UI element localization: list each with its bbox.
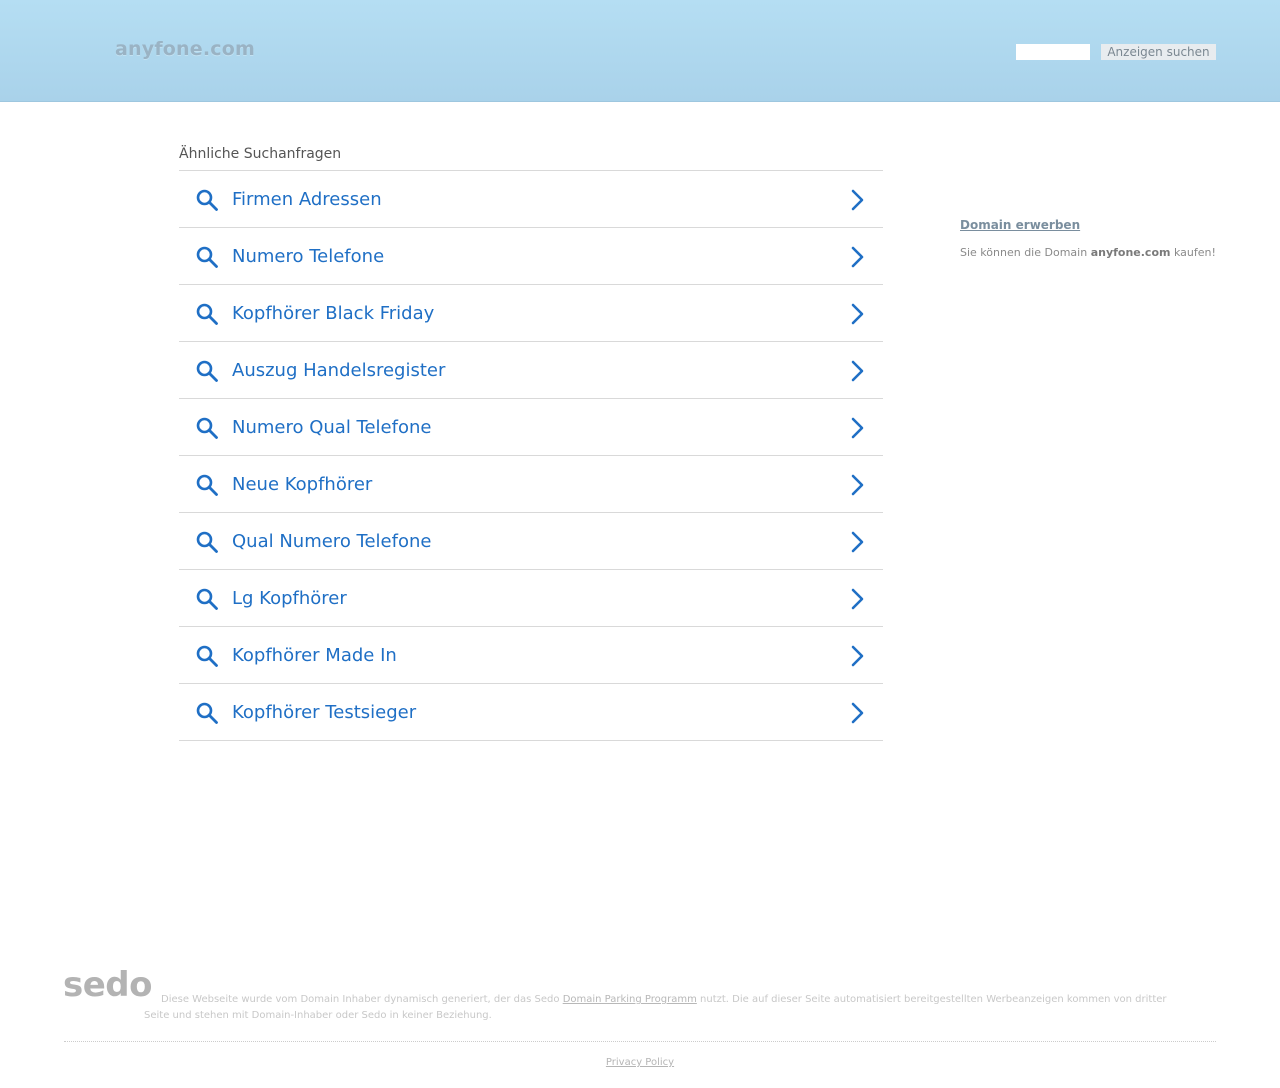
header-bar: anyfone.com Anzeigen suchen [0,0,1280,102]
related-search-label[interactable]: Kopfhörer Testsieger [232,684,416,741]
disclaimer-text: Diese Webseite wurde vom Domain Inhaber … [144,992,1184,1024]
search-icon [195,302,219,326]
search-icon [195,530,219,554]
search-input[interactable] [1016,44,1090,60]
domain-buy-link[interactable]: Domain erwerben [960,218,1080,232]
search-icon [195,644,219,668]
privacy-footer: Privacy Policy [0,1057,1280,1068]
chevron-right-icon [847,587,867,611]
search-ads-button[interactable]: Anzeigen suchen [1101,44,1216,60]
related-search-item[interactable]: Firmen Adressen [179,171,883,228]
related-search-item[interactable]: Kopfhörer Black Friday [179,285,883,342]
search-icon [195,416,219,440]
related-search-label[interactable]: Firmen Adressen [232,171,382,228]
related-searches-title: Ähnliche Suchanfragen [179,146,342,162]
related-search-item[interactable]: Kopfhörer Testsieger [179,684,883,741]
chevron-right-icon [847,644,867,668]
related-search-label[interactable]: Numero Telefone [232,228,384,285]
search-icon [195,359,219,383]
related-search-item[interactable]: Numero Qual Telefone [179,399,883,456]
domain-name: anyfone.com [1090,246,1171,259]
related-search-label[interactable]: Kopfhörer Black Friday [232,285,434,342]
related-search-label[interactable]: Neue Kopfhörer [232,456,372,513]
privacy-policy-link[interactable]: Privacy Policy [606,1057,674,1068]
chevron-right-icon [847,302,867,326]
related-search-item[interactable]: Lg Kopfhörer [179,570,883,627]
chevron-right-icon [847,701,867,725]
chevron-right-icon [847,416,867,440]
chevron-right-icon [847,359,867,383]
footer-divider [64,1041,1216,1042]
domain-parking-link[interactable]: Domain Parking Programm [563,994,697,1005]
related-searches-list: Firmen Adressen Numero Telefone Kopfhörer … [179,170,883,741]
related-search-item[interactable]: Numero Telefone [179,228,883,285]
sedo-logo: sedo [63,965,153,1005]
related-search-item[interactable]: Neue Kopfhörer [179,456,883,513]
search-icon [195,188,219,212]
domain-buy-text: Sie können die Domain anyfone.com kaufen… [960,246,1216,259]
search-icon [195,245,219,269]
search-icon [195,701,219,725]
related-search-label[interactable]: Auszug Handelsregister [232,342,445,399]
disclaimer-before: Diese Webseite wurde vom Domain Inhaber … [161,994,563,1005]
search-icon [195,473,219,497]
chevron-right-icon [847,245,867,269]
related-search-item[interactable]: Qual Numero Telefone [179,513,883,570]
related-search-label[interactable]: Numero Qual Telefone [232,399,431,456]
site-logo[interactable]: anyfone.com [115,38,255,60]
related-search-label[interactable]: Lg Kopfhörer [232,570,347,627]
related-search-label[interactable]: Kopfhörer Made In [232,627,397,684]
related-search-item[interactable]: Auszug Handelsregister [179,342,883,399]
chevron-right-icon [847,188,867,212]
related-search-item[interactable]: Kopfhörer Made In [179,627,883,684]
related-search-label[interactable]: Qual Numero Telefone [232,513,431,570]
chevron-right-icon [847,530,867,554]
chevron-right-icon [847,473,867,497]
search-icon [195,587,219,611]
domain-buy-text-before: Sie können die Domain [960,246,1091,259]
domain-buy-text-after: kaufen! [1170,246,1216,259]
